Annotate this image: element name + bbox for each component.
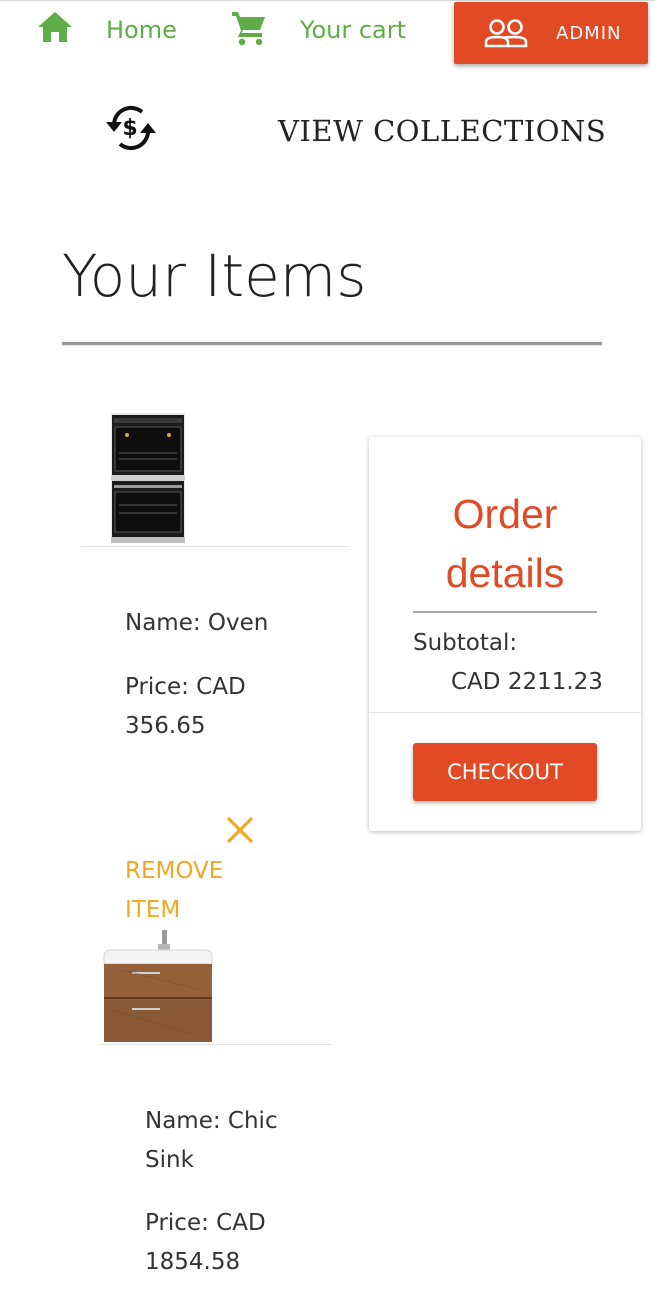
cart-icon: [230, 8, 268, 52]
subtotal-label: Subtotal:: [413, 630, 518, 656]
item-price-label: Price: CAD: [125, 674, 246, 700]
nav-cart-label: Your cart: [300, 16, 407, 44]
remove-item-button[interactable]: REMOVE ITEM: [125, 852, 245, 930]
svg-text:$: $: [122, 116, 137, 141]
item-price-value: 356.65: [125, 713, 206, 739]
item-divider: [81, 546, 350, 547]
order-details-card: Order details Subtotal: CAD 2211.23 CHEC…: [369, 437, 641, 831]
nav-cart-link[interactable]: Your cart: [230, 10, 406, 50]
admin-button[interactable]: ADMIN: [454, 2, 648, 64]
order-title-line1: Order: [452, 491, 558, 537]
remove-label-line2: ITEM: [125, 897, 181, 923]
sink-image: [102, 930, 214, 1048]
subtotal-value: CAD 2211.23: [451, 669, 603, 695]
view-collections-link[interactable]: VIEW COLLECTIONS: [278, 114, 606, 148]
close-icon[interactable]: [222, 812, 258, 848]
people-icon: [484, 18, 528, 48]
currency-exchange-icon[interactable]: $: [102, 102, 160, 154]
item-price-value: 1854.58: [145, 1249, 241, 1275]
top-border: [0, 0, 655, 1]
order-details-title: Order details: [369, 485, 641, 603]
item-divider: [100, 1044, 331, 1045]
title-divider: [62, 342, 602, 346]
order-divider: [413, 611, 597, 613]
admin-label: ADMIN: [556, 22, 622, 44]
page-title: Your Items: [62, 242, 367, 310]
checkout-button[interactable]: CHECKOUT: [413, 743, 597, 801]
oven-image: [111, 413, 185, 547]
nav-home-link[interactable]: Home: [36, 10, 177, 50]
item-name: Name: Oven: [125, 610, 269, 636]
nav-home-label: Home: [106, 16, 177, 44]
home-icon: [36, 10, 74, 50]
item-name-line1: Name: Chic: [145, 1108, 278, 1134]
item-price-label: Price: CAD: [145, 1210, 266, 1236]
card-divider: [369, 712, 641, 713]
item-name-line2: Sink: [145, 1147, 194, 1173]
remove-label-line1: REMOVE: [125, 858, 224, 884]
order-title-line2: details: [445, 550, 565, 596]
